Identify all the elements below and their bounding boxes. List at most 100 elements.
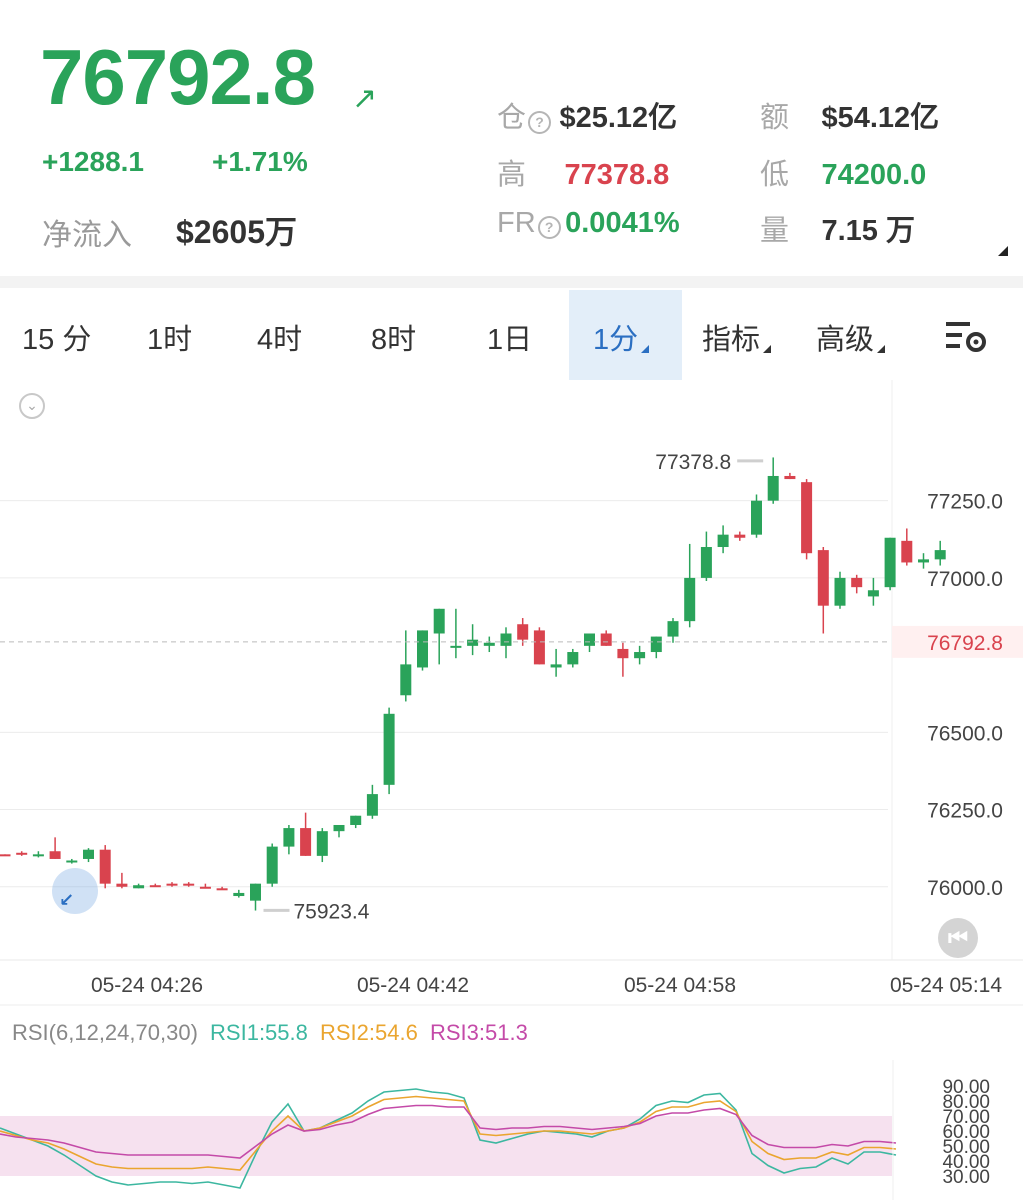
- candle-body: [851, 577, 863, 588]
- net-inflow-label: 净流入: [42, 219, 132, 252]
- tab-label: 高级: [816, 324, 875, 356]
- candle-body: [250, 883, 261, 901]
- stat-label: 低: [760, 159, 790, 191]
- candle-body: [49, 851, 61, 859]
- rsi-axis: 90.0080.0070.0060.0050.0040.0030.00: [892, 1060, 990, 1200]
- candle-body: [867, 590, 879, 597]
- candle-body: [199, 886, 211, 889]
- candle-body: [216, 888, 228, 891]
- candle-body: [316, 831, 328, 856]
- candle-body: [450, 645, 462, 648]
- y-tick-label: 76500.0: [927, 722, 1003, 745]
- dropdown-caret-icon: [877, 345, 886, 353]
- candle-body: [634, 652, 646, 659]
- candle-body: [233, 892, 245, 897]
- low-label: 75923.4: [294, 900, 370, 923]
- candle-body: [918, 559, 929, 563]
- candle-body: [517, 624, 529, 640]
- candle-body: [83, 849, 94, 859]
- tab-4h[interactable]: 4时: [257, 316, 302, 358]
- candle-body: [500, 633, 512, 646]
- candle-body: [383, 713, 395, 785]
- stat-high: 高 77378.8: [497, 151, 669, 193]
- tab-15m[interactable]: 15 分: [22, 316, 91, 358]
- candle-body: [684, 577, 696, 622]
- candle-body: [400, 664, 412, 696]
- x-tick-label: 05-24 05:14: [890, 974, 1002, 997]
- stat-value: $25.12亿: [559, 102, 678, 134]
- chart-grid: [0, 380, 1023, 1006]
- candle-body: [567, 652, 579, 665]
- candle-body: [99, 849, 111, 884]
- candle-body: [300, 828, 312, 856]
- last-price-label: 76792.8: [927, 632, 1003, 655]
- stat-open-interest: 仓? $25.12亿: [497, 94, 677, 136]
- candle-body: [650, 636, 662, 653]
- stat-label: 高: [497, 159, 527, 191]
- x-tick-label: 05-24 04:58: [624, 974, 736, 997]
- candle-body: [584, 633, 595, 646]
- candle-body: [467, 639, 479, 646]
- marker-arrow-icon: ↙: [59, 890, 75, 910]
- x-tick-label: 05-24 04:26: [91, 974, 203, 997]
- x-tick-label: 05-24 04:42: [357, 974, 469, 997]
- stat-turnover: 额 $54.12亿: [760, 94, 939, 136]
- tab-indicators[interactable]: 指标: [702, 316, 772, 358]
- candle-body: [149, 885, 161, 888]
- tab-8h[interactable]: 8时: [371, 316, 416, 358]
- tab-advanced[interactable]: 高级: [816, 316, 886, 358]
- tab-1d[interactable]: 1日: [487, 316, 532, 358]
- y-tick-label: 77250.0: [927, 491, 1003, 514]
- candle-body: [801, 482, 813, 554]
- help-icon[interactable]: ?: [537, 216, 561, 240]
- stat-value: 7.15 万: [821, 215, 915, 247]
- current-price: 76792.8: [40, 33, 316, 121]
- candle-body: [183, 883, 195, 886]
- candle-body: [433, 608, 445, 634]
- tab-1m[interactable]: 1分: [593, 316, 650, 358]
- stat-label: FR: [497, 207, 536, 239]
- candle-body: [0, 854, 11, 857]
- up-arrow-icon: ↗: [352, 82, 378, 115]
- candle-body: [784, 475, 796, 480]
- candle-body: [366, 794, 378, 816]
- price-change: +1288.1: [42, 146, 144, 177]
- chart-settings-icon[interactable]: [944, 318, 990, 354]
- stat-label: 量: [760, 215, 790, 247]
- stat-value: 77378.8: [564, 159, 670, 191]
- y-tick-label: 76250.0: [927, 800, 1003, 823]
- candle-body: [734, 534, 746, 538]
- help-icon[interactable]: ?: [528, 111, 552, 135]
- stat-label: 额: [760, 102, 790, 134]
- candle-body: [166, 883, 178, 886]
- candle-body: [16, 852, 28, 855]
- candle-body: [834, 577, 846, 606]
- price-change-percent: +1.71%: [212, 146, 308, 177]
- dropdown-caret-icon: [763, 345, 772, 353]
- jump-to-latest-icon[interactable]: ⏮: [938, 918, 978, 958]
- stat-volume: 量 7.15 万: [760, 207, 915, 249]
- rsi-chart: 90.0080.0070.0060.0050.0040.0030.00: [0, 1060, 990, 1200]
- tab-label: 1分: [593, 324, 639, 356]
- candle-body: [283, 828, 295, 847]
- candle-body: [817, 550, 829, 606]
- chart-labels: 77250.0 77000.0 76500.0 76250.0 76000.0 05-24…: [0, 451, 1023, 997]
- candlestick-chart: 77250.0 77000.0 76500.0 76250.0 76000.0 05-24…: [0, 380, 1023, 1006]
- candle-body: [617, 648, 629, 659]
- stat-label: 仓: [497, 102, 527, 134]
- candle-body: [767, 475, 779, 501]
- stat-value: 74200.0: [821, 159, 927, 191]
- candle-body: [333, 824, 345, 832]
- y-tick-label: 77000.0: [927, 568, 1003, 591]
- stat-funding-rate: FR? 0.0041%: [497, 207, 680, 240]
- stat-low: 低 74200.0: [760, 151, 926, 193]
- candle-body: [350, 815, 362, 825]
- net-inflow-value: $2605万: [176, 214, 297, 250]
- expand-corner-icon[interactable]: [998, 246, 1008, 256]
- tab-1h[interactable]: 1时: [147, 316, 192, 358]
- candle-body: [901, 540, 913, 563]
- candle-body: [884, 537, 896, 588]
- candle-body: [533, 630, 545, 665]
- candle-body: [266, 846, 278, 884]
- candle-body: [66, 860, 78, 863]
